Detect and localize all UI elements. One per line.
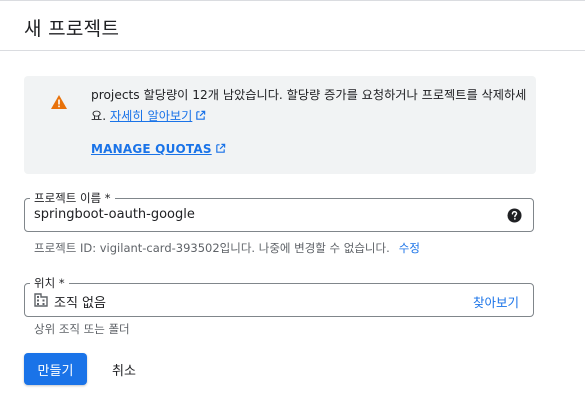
project-name-label: 프로젝트 이름 * — [30, 191, 115, 205]
create-button[interactable]: 만들기 — [24, 353, 87, 385]
location-value: 조직 없음 — [54, 296, 106, 311]
learn-more-link[interactable]: 자세히 알아보기 — [110, 109, 206, 123]
warning-icon — [51, 95, 67, 109]
edit-project-id-link[interactable]: 수정 — [399, 241, 420, 255]
project-name-input[interactable]: springboot-oauth-google — [34, 207, 195, 222]
project-name-field[interactable]: 프로젝트 이름 * springboot-oauth-google — [24, 191, 534, 232]
project-id-hint: 프로젝트 ID: vigilant-card-393502입니다. 나중에 변경… — [34, 240, 420, 256]
external-link-icon — [196, 110, 206, 120]
location-label: 위치 * — [30, 276, 69, 290]
manage-quotas-link[interactable]: MANAGE QUOTAS — [91, 142, 226, 156]
location-field[interactable]: 위치 * 조직 없음 찾아보기 — [24, 276, 534, 317]
manage-quotas-label: MANAGE QUOTAS — [91, 142, 212, 156]
page-title: 새 프로젝트 — [24, 18, 120, 40]
quota-warning-banner: projects 할당량이 12개 남았습니다. 할당량 증가를 요청하거나 프… — [24, 76, 536, 174]
browse-button[interactable]: 찾아보기 — [473, 292, 519, 311]
organization-icon — [34, 293, 48, 307]
external-link-icon — [215, 143, 225, 153]
learn-more-label: 자세히 알아보기 — [109, 109, 193, 123]
page-header: 새 프로젝트 — [0, 0, 585, 51]
location-hint: 상위 조직 또는 폴더 — [34, 322, 130, 336]
quota-message: projects 할당량이 12개 남았습니다. 할당량 증가를 요청하거나 프… — [91, 85, 531, 127]
cancel-button[interactable]: 취소 — [99, 353, 149, 385]
help-icon[interactable] — [507, 208, 522, 223]
project-id-text: 프로젝트 ID: vigilant-card-393502입니다. 나중에 변경… — [34, 241, 390, 255]
